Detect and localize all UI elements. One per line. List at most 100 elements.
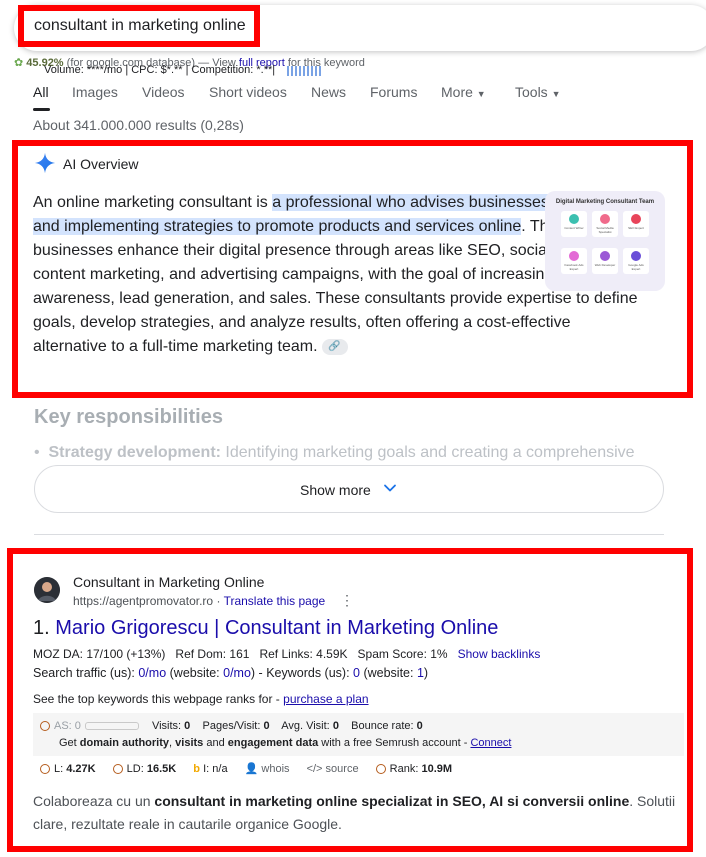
traffic-us[interactable]: 0/mo xyxy=(138,666,166,680)
key-responsibilities-heading: Key responsibilities xyxy=(34,406,223,428)
whois-link[interactable]: 👤 whois xyxy=(245,763,290,775)
keywords-website[interactable]: 1 xyxy=(417,666,424,680)
moz-da: MOZ DA: 17/100 (+13%) xyxy=(33,647,166,661)
bounce-value: 0 xyxy=(416,720,423,732)
thumb-cell: SEO Expert xyxy=(623,211,649,237)
metric-l[interactable]: L: 4.27K xyxy=(40,763,96,775)
metric-i[interactable]: b I: n/a xyxy=(193,763,227,775)
whois-label: whois xyxy=(261,763,290,775)
section-divider xyxy=(34,534,664,535)
results-count: About 341.000.000 results (0,28s) xyxy=(33,117,244,133)
bullet-bold: Strategy development: xyxy=(48,444,221,461)
bullet-text: Identifying marketing goals and creating… xyxy=(220,444,635,461)
tab-videos[interactable]: Videos xyxy=(142,84,185,100)
search-input[interactable]: consultant in marketing online xyxy=(34,17,246,35)
tab-more-label: More xyxy=(441,84,473,100)
thumb-cell: Content Writer xyxy=(561,211,587,237)
show-backlinks-link[interactable]: Show backlinks xyxy=(458,647,541,661)
thumb-cell-label: Web Developer xyxy=(594,263,616,267)
source-link[interactable]: </> source xyxy=(307,763,359,775)
seo-logo-icon: ✿ xyxy=(14,57,24,69)
translate-link[interactable]: Translate this page xyxy=(224,594,326,608)
traffic-label-5: ) xyxy=(423,666,429,680)
snippet-bold: consultant in marketing online specializ… xyxy=(154,793,630,809)
semrush-circle-icon xyxy=(375,764,386,775)
promo-bold: visits xyxy=(175,737,204,749)
metric-rank-label: Rank: xyxy=(389,763,419,775)
traffic-label-2: (website: xyxy=(166,666,224,680)
promo-text: with a free Semrush account - xyxy=(318,737,471,749)
tab-images[interactable]: Images xyxy=(72,84,118,100)
site-favicon[interactable] xyxy=(34,577,60,603)
ai-overview-label: AI Overview xyxy=(63,156,139,172)
moz-spam: Spam Score: 1% xyxy=(357,647,448,661)
connect-link[interactable]: Connect xyxy=(470,737,511,749)
metric-ld-value: 16.5K xyxy=(146,763,177,775)
ai-sparkle-icon xyxy=(34,152,56,174)
result-title-text[interactable]: Mario Grigorescu | Consultant in Marketi… xyxy=(55,617,498,639)
thumb-cell-label: Google Ads Expert xyxy=(628,263,644,271)
traffic-label-4: (website: xyxy=(359,666,417,680)
top-keywords-text: See the top keywords this webpage ranks … xyxy=(33,692,284,706)
purchase-plan-link[interactable]: purchase a plan xyxy=(283,692,368,706)
result-url[interactable]: https://agentpromovator.ro xyxy=(73,594,213,608)
tab-more[interactable]: More ▼ xyxy=(441,84,486,100)
pages-value: 0 xyxy=(263,720,270,732)
caret-down-icon: ▼ xyxy=(551,89,561,99)
moz-ref-links: Ref Links: 4.59K xyxy=(259,647,348,661)
semrush-as-bar xyxy=(84,722,139,731)
semrush-circle-icon xyxy=(112,764,123,775)
promo-bold: domain authority xyxy=(79,737,170,749)
semrush-circle-icon xyxy=(40,721,50,732)
thumb-cell: Web Developer xyxy=(592,248,618,274)
ai-text-part-1: An online marketing consultant is xyxy=(33,194,273,211)
semrush-promo: Get domain authority, visits and engagem… xyxy=(59,737,511,749)
moz-metrics-line: MOZ DA: 17/100 (+13%) Ref Dom: 161 Ref L… xyxy=(33,647,540,661)
link-chip-icon[interactable]: 🔗 xyxy=(321,338,348,355)
thumb-cell-label: SEO Expert xyxy=(628,226,644,230)
result-title[interactable]: 1. Mario Grigorescu | Consultant in Mark… xyxy=(33,617,498,640)
bounce-label: Bounce rate: xyxy=(351,720,414,732)
thumb-cell: Social Media Specialist xyxy=(592,211,618,237)
semrush-circle-icon xyxy=(40,764,50,775)
metric-i-value: n/a xyxy=(212,763,228,775)
chevron-down-icon xyxy=(384,484,396,492)
tab-forums[interactable]: Forums xyxy=(370,84,417,100)
tab-news[interactable]: News xyxy=(311,84,346,100)
seo-volume-overlay: Volume: ****/mo | CPC: $*.** | Competiti… xyxy=(44,64,276,76)
top-keywords-line: See the top keywords this webpage ranks … xyxy=(33,692,369,706)
semrush-stats-row: AS: 0 Visits: 0 Pages/Visit: 0 Avg. Visi… xyxy=(40,720,423,732)
visits-label: Visits: xyxy=(151,720,182,732)
result-snippet: Colaboreaza cu un consultant in marketin… xyxy=(33,790,683,836)
tab-all[interactable]: All xyxy=(33,84,49,100)
metric-rank[interactable]: Rank: 10.9M xyxy=(375,763,453,775)
tab-tools[interactable]: Tools ▼ xyxy=(515,84,561,100)
avg-visit-value: 0 xyxy=(332,720,339,732)
avg-visit-label: Avg. Visit: xyxy=(281,720,330,732)
ai-overview-thumbnail[interactable]: Digital Marketing Consultant Team Conten… xyxy=(545,191,665,291)
thumb-cell: Facebook Ads Expert xyxy=(561,248,587,274)
pages-label: Pages/Visit: xyxy=(202,720,261,732)
promo-bold: engagement data xyxy=(227,737,319,749)
tab-short-videos[interactable]: Short videos xyxy=(209,84,287,100)
show-more-button[interactable]: Show more xyxy=(34,465,664,513)
thumb-cell-label: Social Media Specialist xyxy=(596,226,614,234)
snippet-text: Colaboreaza cu un xyxy=(33,793,155,809)
result-site-name[interactable]: Consultant in Marketing Online xyxy=(73,574,264,590)
traffic-website[interactable]: 0/mo xyxy=(223,666,251,680)
caret-down-icon: ▼ xyxy=(476,89,486,99)
metric-ld-label: LD: xyxy=(126,763,144,775)
promo-text: Get xyxy=(59,737,80,749)
url-separator: · xyxy=(216,594,224,608)
faded-bullet: • Strategy development: Identifying mark… xyxy=(34,444,654,462)
metric-i-label: I: xyxy=(203,763,210,775)
semrush-as: AS: 0 xyxy=(54,720,81,732)
avatar-icon xyxy=(34,577,60,603)
more-options-icon[interactable]: ⋮ xyxy=(340,592,354,608)
metric-ld[interactable]: LD: 16.5K xyxy=(112,763,177,775)
metric-rank-value: 10.9M xyxy=(421,763,453,775)
moz-ref-dom: Ref Dom: 161 xyxy=(175,647,250,661)
code-icon: </> xyxy=(306,763,323,775)
keywords-us[interactable]: 0 xyxy=(353,666,360,680)
traffic-label-1: Search traffic (us): xyxy=(33,666,139,680)
